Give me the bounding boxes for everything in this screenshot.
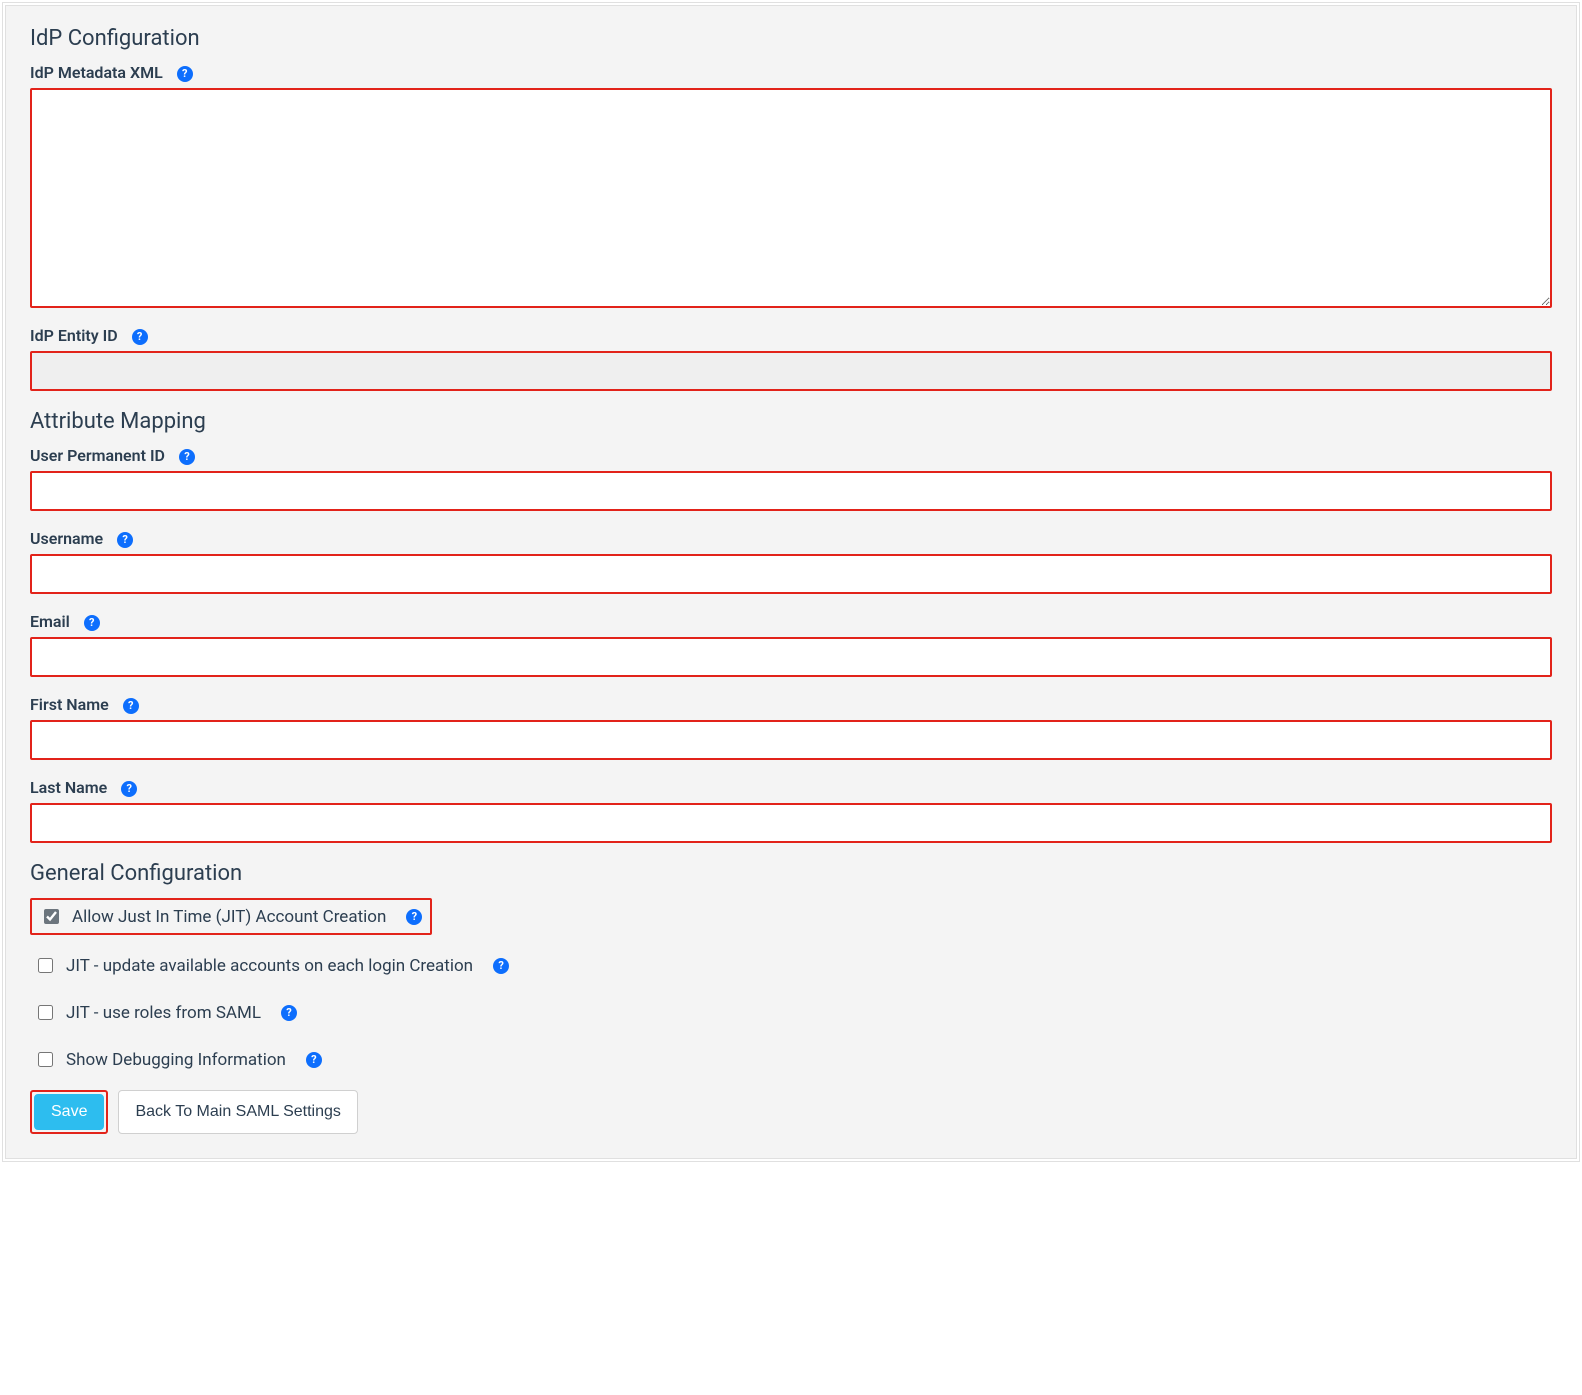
help-icon[interactable]: ? — [121, 781, 137, 797]
outer-frame: IdP Configuration IdP Metadata XML ? IdP… — [2, 2, 1580, 1162]
help-icon[interactable]: ? — [123, 698, 139, 714]
jit-roles-checkbox[interactable] — [38, 1005, 53, 1020]
label-user-permanent-id: User Permanent ID — [30, 446, 165, 465]
back-button[interactable]: Back To Main SAML Settings — [118, 1090, 357, 1134]
form-group-first-name: First Name ? — [30, 695, 1552, 760]
checkbox-row-jit-allow: Allow Just In Time (JIT) Account Creatio… — [40, 906, 422, 927]
email-input[interactable] — [30, 637, 1552, 677]
help-icon[interactable]: ? — [132, 329, 148, 345]
jit-allow-checkbox[interactable] — [44, 909, 59, 924]
label-first-name: First Name — [30, 695, 109, 714]
label-last-name: Last Name — [30, 778, 107, 797]
help-icon[interactable]: ? — [177, 66, 193, 82]
form-group-user-permanent-id: User Permanent ID ? — [30, 446, 1552, 511]
form-group-last-name: Last Name ? — [30, 778, 1552, 843]
first-name-input[interactable] — [30, 720, 1552, 760]
section-title-attr: Attribute Mapping — [30, 409, 1552, 434]
help-icon[interactable]: ? — [84, 615, 100, 631]
label-username: Username — [30, 529, 103, 548]
form-group-idp-metadata: IdP Metadata XML ? — [30, 63, 1552, 308]
debug-label: Show Debugging Information — [66, 1050, 286, 1070]
checkbox-row-debug: Show Debugging Information ? — [30, 1043, 1552, 1076]
form-group-username: Username ? — [30, 529, 1552, 594]
debug-checkbox[interactable] — [38, 1052, 53, 1067]
label-idp-metadata: IdP Metadata XML — [30, 63, 163, 82]
save-button-highlight: Save — [30, 1090, 108, 1134]
section-title-general: General Configuration — [30, 861, 1552, 886]
label-idp-entity: IdP Entity ID — [30, 326, 118, 345]
jit-update-label: JIT - update available accounts on each … — [66, 956, 473, 976]
last-name-input[interactable] — [30, 803, 1552, 843]
checkbox-row-jit-update: JIT - update available accounts on each … — [30, 949, 1552, 982]
form-group-email: Email ? — [30, 612, 1552, 677]
idp-metadata-xml-textarea[interactable] — [30, 88, 1552, 308]
settings-panel: IdP Configuration IdP Metadata XML ? IdP… — [5, 5, 1577, 1159]
help-icon[interactable]: ? — [117, 532, 133, 548]
help-icon[interactable]: ? — [281, 1005, 297, 1021]
label-email: Email — [30, 612, 70, 631]
help-icon[interactable]: ? — [493, 958, 509, 974]
username-input[interactable] — [30, 554, 1552, 594]
user-permanent-id-input[interactable] — [30, 471, 1552, 511]
checkbox-row-jit-allow-highlight: Allow Just In Time (JIT) Account Creatio… — [30, 898, 432, 935]
checkbox-row-jit-roles: JIT - use roles from SAML ? — [30, 996, 1552, 1029]
button-row: Save Back To Main SAML Settings — [30, 1090, 1552, 1134]
section-title-idp: IdP Configuration — [30, 26, 1552, 51]
form-group-idp-entity: IdP Entity ID ? — [30, 326, 1552, 391]
jit-roles-label: JIT - use roles from SAML — [66, 1003, 261, 1023]
save-button[interactable]: Save — [34, 1094, 104, 1130]
help-icon[interactable]: ? — [306, 1052, 322, 1068]
jit-allow-label: Allow Just In Time (JIT) Account Creatio… — [72, 907, 386, 927]
idp-entity-id-input[interactable] — [30, 351, 1552, 391]
help-icon[interactable]: ? — [406, 909, 422, 925]
help-icon[interactable]: ? — [179, 449, 195, 465]
jit-update-checkbox[interactable] — [38, 958, 53, 973]
